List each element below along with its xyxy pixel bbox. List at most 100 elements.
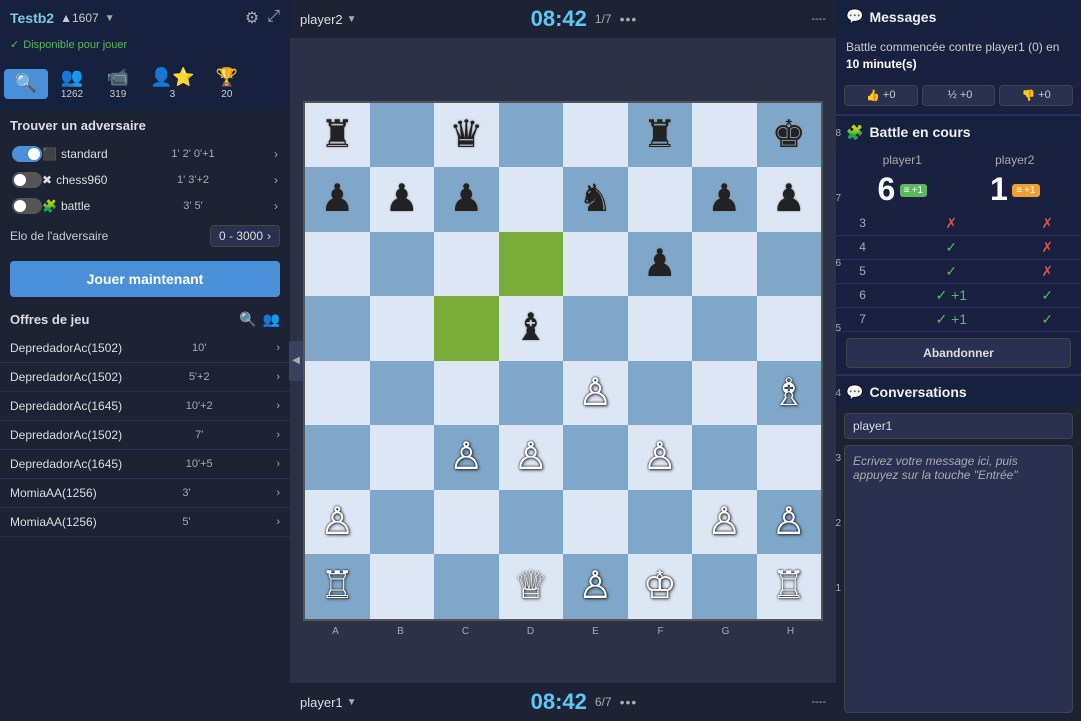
board-cell[interactable]: ♚ (757, 103, 822, 168)
board-cell[interactable] (692, 554, 757, 619)
board-cell[interactable]: ♕ (499, 554, 564, 619)
board-cell[interactable] (434, 296, 499, 361)
conversation-selector[interactable]: player1 (844, 413, 1073, 439)
board-cell[interactable] (628, 167, 693, 232)
list-item[interactable]: DepredadorAc(1502) 10' › (0, 334, 290, 363)
list-item[interactable]: DepredadorAc(1645) 10'+2 › (0, 392, 290, 421)
half-button[interactable]: ½ +0 (922, 85, 996, 106)
bottom-player-chevron[interactable]: ▼ (347, 697, 357, 708)
board-cell[interactable]: ♙ (628, 425, 693, 490)
nav-star-btn[interactable]: 👤⭐ 3 (142, 63, 203, 104)
board-cell[interactable] (434, 361, 499, 426)
mode-battle-toggle[interactable] (12, 198, 42, 214)
board-cell[interactable] (305, 232, 370, 297)
list-item[interactable]: DepredadorAc(1502) 7' › (0, 421, 290, 450)
list-item[interactable]: DepredadorAc(1502) 5'+2 › (0, 363, 290, 392)
board-cell[interactable] (305, 361, 370, 426)
board-cell[interactable]: ♙ (692, 490, 757, 555)
board-cell[interactable]: ♟ (692, 167, 757, 232)
board-cell[interactable] (628, 361, 693, 426)
board-cell[interactable] (370, 103, 435, 168)
elo-range[interactable]: 0 - 3000 › (210, 225, 280, 247)
board-cell[interactable] (757, 425, 822, 490)
nav-search-btn[interactable]: 🔍 (4, 69, 48, 99)
mode-standard-arrow[interactable]: › (274, 147, 278, 161)
nav-trophy-btn[interactable]: 🏆 20 (205, 63, 249, 104)
like-button[interactable]: 👍 +0 (844, 85, 918, 106)
board-cell[interactable] (563, 490, 628, 555)
bottom-dots[interactable]: ••• (620, 694, 638, 710)
board-cell[interactable]: ♙ (757, 490, 822, 555)
top-dots[interactable]: ••• (620, 11, 638, 27)
board-cell[interactable] (434, 490, 499, 555)
board-cell[interactable]: ♛ (434, 103, 499, 168)
board-cell[interactable] (692, 232, 757, 297)
board-cell[interactable]: ♙ (499, 425, 564, 490)
board-cell[interactable]: ♟ (628, 232, 693, 297)
list-item[interactable]: MomiaAA(1256) 3' › (0, 479, 290, 508)
mode-standard-toggle[interactable] (12, 146, 42, 162)
board-cell[interactable]: ♝ (499, 296, 564, 361)
username[interactable]: Testb2 (10, 10, 54, 26)
offers-users-icon[interactable]: 👥 (263, 311, 280, 328)
board-cell[interactable] (757, 232, 822, 297)
nav-games-btn[interactable]: 📹 319 (96, 63, 140, 104)
board-cell[interactable] (692, 425, 757, 490)
board-cell[interactable] (628, 490, 693, 555)
collapse-button[interactable]: ◀ (289, 341, 303, 381)
board-cell[interactable] (370, 490, 435, 555)
conversation-input[interactable]: Ecrivez votre message ici, puis appuyez … (844, 445, 1073, 713)
board-cell[interactable]: ♙ (563, 554, 628, 619)
settings-icon[interactable]: ⚙ (245, 8, 259, 28)
board-cell[interactable]: ♟ (434, 167, 499, 232)
list-item[interactable]: MomiaAA(1256) 5' › (0, 508, 290, 537)
board-cell[interactable] (563, 296, 628, 361)
board-cell[interactable] (692, 103, 757, 168)
board-cell[interactable] (499, 167, 564, 232)
list-item[interactable]: DepredadorAc(1645) 10'+5 › (0, 450, 290, 479)
board-cell[interactable]: ♟ (757, 167, 822, 232)
board-cell[interactable] (370, 232, 435, 297)
board-cell[interactable]: ♙ (305, 490, 370, 555)
nav-friends-btn[interactable]: 👥 1262 (50, 63, 94, 104)
board-cell[interactable] (305, 425, 370, 490)
board-cell[interactable] (370, 554, 435, 619)
board-cell[interactable]: ♗ (757, 361, 822, 426)
board-cell[interactable] (563, 425, 628, 490)
board-cell[interactable] (563, 103, 628, 168)
board-cell[interactable]: ♖ (305, 554, 370, 619)
board-cell[interactable] (692, 296, 757, 361)
top-player-chevron[interactable]: ▼ (347, 14, 357, 25)
play-button[interactable]: Jouer maintenant (10, 261, 280, 297)
board-cell[interactable] (499, 232, 564, 297)
board-cell[interactable]: ♙ (563, 361, 628, 426)
board-cell[interactable] (757, 296, 822, 361)
dislike-button[interactable]: 👎 +0 (999, 85, 1073, 106)
expand-icon[interactable]: ⤢ (267, 8, 280, 28)
board-cell[interactable] (499, 103, 564, 168)
board-cell[interactable] (370, 425, 435, 490)
board-cell[interactable] (434, 554, 499, 619)
board-cell[interactable]: ♔ (628, 554, 693, 619)
mode-chess960-arrow[interactable]: › (274, 173, 278, 187)
board-cell[interactable]: ♞ (563, 167, 628, 232)
board-cell[interactable] (370, 361, 435, 426)
board-cell[interactable]: ♟ (370, 167, 435, 232)
board-cell[interactable] (628, 296, 693, 361)
board-cell[interactable] (370, 296, 435, 361)
board-cell[interactable] (692, 361, 757, 426)
board-cell[interactable] (305, 296, 370, 361)
board-cell[interactable]: ♟ (305, 167, 370, 232)
board-cell[interactable]: ♙ (434, 425, 499, 490)
abandon-button[interactable]: Abandonner (846, 338, 1071, 368)
user-dropdown-icon[interactable]: ▼ (105, 13, 115, 24)
board-cell[interactable] (499, 361, 564, 426)
offers-search-icon[interactable]: 🔍 (239, 311, 256, 328)
board-cell[interactable]: ♖ (757, 554, 822, 619)
mode-chess960-toggle[interactable] (12, 172, 42, 188)
board-cell[interactable] (563, 232, 628, 297)
board-cell[interactable] (434, 232, 499, 297)
chess-board[interactable]: ♜♛♜♚♟♟♟♞♟♟♟♝♙♗♙♙♙♙♙♙♖♕♙♔♖ (303, 101, 823, 621)
board-cell[interactable]: ♜ (305, 103, 370, 168)
mode-battle-arrow[interactable]: › (274, 199, 278, 213)
